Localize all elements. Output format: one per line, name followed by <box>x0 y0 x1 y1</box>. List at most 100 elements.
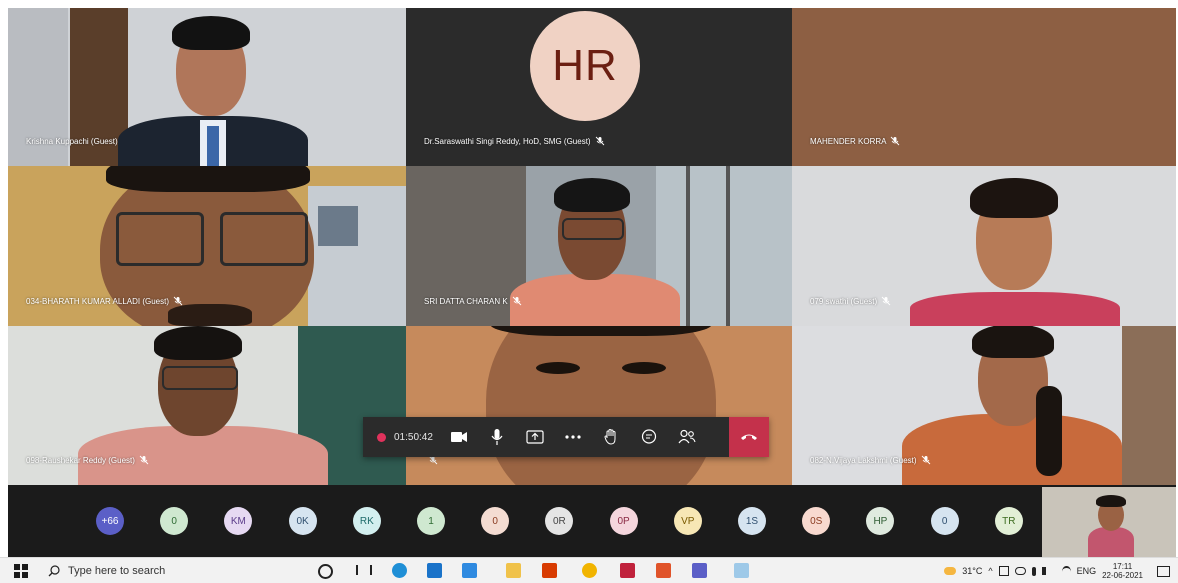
taskbar-search[interactable]: Type here to search <box>48 563 165 579</box>
participant-avatar-chip[interactable]: 0S <box>802 507 831 535</box>
participant-avatar-chip[interactable]: 1 <box>417 507 445 535</box>
temperature[interactable]: 31°C <box>962 566 982 576</box>
moustache <box>168 304 252 326</box>
hang-up-icon <box>741 434 757 440</box>
window-frame <box>726 166 730 326</box>
participants-button[interactable] <box>668 417 706 457</box>
participant-tile[interactable]: 098-Raushekar Reddy (Guest) <box>8 326 406 485</box>
participant-tile[interactable]: 082-N.Vijaya Lakshmi (Guest) <box>792 326 1176 485</box>
mic-off-icon <box>173 296 183 306</box>
mic-tray-icon[interactable] <box>1031 566 1036 576</box>
windows-taskbar: Type here to search 31°C ^ ENG 17:11 22-… <box>0 557 1178 583</box>
self-view-video[interactable] <box>1042 487 1176 557</box>
participant-avatar-chip[interactable]: KM <box>224 507 253 535</box>
raise-hand-icon <box>604 429 616 445</box>
participant-name: 079 swathi (Guest) <box>810 296 891 306</box>
background-picture <box>318 206 358 246</box>
participant-avatar-chip[interactable]: 1S <box>738 507 766 535</box>
language-indicator[interactable]: ENG <box>1077 566 1097 576</box>
mic-off-icon <box>139 455 149 465</box>
glasses <box>162 366 238 390</box>
participant-tile[interactable]: HR Dr.Saraswathi Singi Reddy, HoD, SMG (… <box>406 8 792 166</box>
participant-tile[interactable]: SRI DATTA CHARAN K <box>406 166 792 326</box>
participant-name: SRI DATTA CHARAN K <box>424 296 522 306</box>
mic-button[interactable] <box>478 417 516 457</box>
more-icon <box>565 435 581 439</box>
windows-start-icon[interactable] <box>14 564 28 578</box>
clock[interactable]: 17:11 22-06-2021 <box>1102 562 1143 580</box>
self-view-hair <box>1096 495 1126 507</box>
raise-hand-button[interactable] <box>592 417 630 457</box>
file-explorer-icon[interactable] <box>506 563 521 578</box>
participant-avatar-chip[interactable]: 0K <box>288 507 317 535</box>
mic-off-icon <box>881 296 891 306</box>
app-icon[interactable] <box>620 563 635 578</box>
recording-icon <box>377 432 386 442</box>
participant-name-text: Krishna Kuppachi (Guest) <box>26 137 118 146</box>
participant-avatar-chip[interactable]: 0 <box>160 507 189 535</box>
tie <box>207 126 219 166</box>
paint-icon[interactable] <box>734 563 749 578</box>
window-frame <box>686 166 690 326</box>
mic-off-icon <box>595 136 604 146</box>
participant-avatar-chip[interactable]: 0 <box>481 507 510 535</box>
network-icon[interactable] <box>998 566 1009 576</box>
call-controls: 01:50:42 <box>363 417 769 457</box>
participant-avatar-chip[interactable]: VP <box>673 507 702 535</box>
participant-tile[interactable] <box>406 326 792 485</box>
store-icon[interactable] <box>427 563 442 578</box>
participant-name-text: 079 swathi (Guest) <box>810 296 878 306</box>
speaker-icon[interactable] <box>1041 567 1056 575</box>
more-participants-chip[interactable]: +66 <box>96 507 124 535</box>
video-grid: Krishna Kuppachi (Guest) HR Dr.Saraswath… <box>8 8 1176 485</box>
participants-icon <box>678 429 696 444</box>
onedrive-icon[interactable] <box>1014 567 1026 575</box>
teams-icon[interactable] <box>692 563 707 578</box>
participant-hair <box>154 326 242 360</box>
participant-avatar-chip[interactable]: TR <box>994 507 1023 535</box>
leave-call-button[interactable] <box>729 417 769 457</box>
participant-avatar-chip[interactable]: 0P <box>609 507 638 535</box>
call-timer: 01:50:42 <box>394 431 433 443</box>
chevron-up-icon[interactable]: ^ <box>988 566 992 576</box>
mic-off-icon <box>921 455 930 465</box>
notifications-icon[interactable] <box>1157 565 1170 577</box>
weather-icon[interactable] <box>944 567 957 575</box>
office-icon[interactable] <box>542 563 557 578</box>
participant-tile[interactable]: MAHENDER KORRA <box>792 8 1176 166</box>
participant-hair <box>172 16 250 50</box>
participant-avatar-chip[interactable]: HP <box>866 507 895 535</box>
participant-name-text: 082-N.Vijaya Lakshmi (Guest) <box>810 455 917 465</box>
eye <box>536 362 580 374</box>
participant-hair <box>554 178 630 212</box>
edge-icon[interactable] <box>392 563 407 578</box>
participant-name: Dr.Saraswathi Singi Reddy, HoD, SMG (Gue… <box>424 136 605 146</box>
participant-body <box>910 292 1120 326</box>
participant-tile[interactable]: 034-BHARATH KUMAR ALLADI (Guest) <box>8 166 406 326</box>
task-view-icon[interactable] <box>356 565 372 575</box>
participant-name: Krishna Kuppachi (Guest) <box>26 137 118 146</box>
avatar: HR <box>530 11 640 121</box>
participant-avatar-chip[interactable]: 0 <box>930 507 959 535</box>
share-screen-button[interactable] <box>516 417 554 457</box>
cortana-icon[interactable] <box>318 564 333 579</box>
braid <box>1036 386 1062 476</box>
camera-button[interactable] <box>440 417 478 457</box>
clock-time: 17:11 <box>1112 562 1133 571</box>
mail-icon[interactable] <box>462 563 477 578</box>
participant-name-text: 098-Raushekar Reddy (Guest) <box>26 455 135 465</box>
chrome-icon[interactable] <box>582 563 597 578</box>
participant-name: 034-BHARATH KUMAR ALLADI (Guest) <box>26 296 183 306</box>
participant-tile[interactable]: Krishna Kuppachi (Guest) <box>8 8 406 166</box>
eye <box>622 362 666 374</box>
chat-button[interactable] <box>630 417 668 457</box>
more-options-button[interactable] <box>554 417 592 457</box>
participant-avatar-chip[interactable]: 0R <box>545 507 574 535</box>
video-app-icon[interactable] <box>656 563 671 578</box>
participant-avatar-chip[interactable]: RK <box>352 507 381 535</box>
participant-head <box>486 326 716 485</box>
participant-hair <box>970 178 1058 218</box>
wifi-icon[interactable] <box>1061 565 1071 577</box>
participant-strip: +66 0 KM 0K RK 1 0 0R 0P VP 1S 0S HP 0 TR <box>8 485 1176 557</box>
participant-tile[interactable]: 079 swathi (Guest) <box>792 166 1176 326</box>
